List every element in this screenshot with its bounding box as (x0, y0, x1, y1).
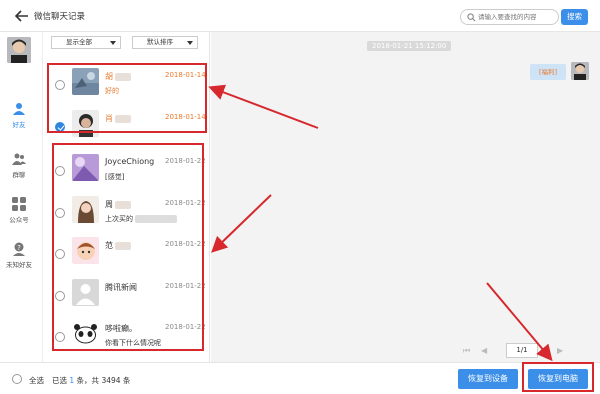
annotation-arrow (208, 84, 319, 129)
annotation-arrow (211, 194, 272, 253)
annotation-arrows (208, 84, 553, 362)
annotation-arrow (486, 282, 553, 362)
